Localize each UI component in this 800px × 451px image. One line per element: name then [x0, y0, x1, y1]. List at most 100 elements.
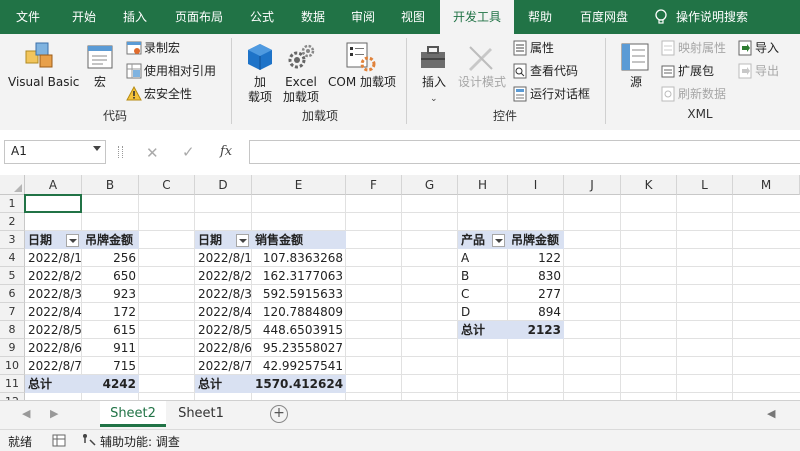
- table2-date[interactable]: 2022/8/7: [195, 357, 252, 375]
- chevron-down-icon[interactable]: [93, 146, 101, 151]
- table3-total-label[interactable]: 总计: [458, 321, 508, 339]
- column-header-c[interactable]: C: [139, 175, 195, 195]
- row-header-4[interactable]: 4: [0, 249, 25, 267]
- table1-header-tag-amount[interactable]: 吊牌金额: [82, 231, 139, 249]
- table1-amount[interactable]: 615: [82, 321, 139, 339]
- run-dialog-button[interactable]: 运行对话框: [530, 85, 590, 103]
- table1-total-value[interactable]: 4242: [82, 375, 139, 393]
- row-header-1[interactable]: 1: [0, 195, 25, 213]
- table3-amount[interactable]: 894: [508, 303, 564, 321]
- record-macro-button[interactable]: 录制宏: [144, 39, 180, 57]
- tab-developer[interactable]: 开发工具: [440, 0, 514, 34]
- row-header-10[interactable]: 10: [0, 357, 25, 375]
- refresh-data-button[interactable]: 刷新数据: [678, 85, 726, 103]
- table2-amount[interactable]: 448.6503915: [252, 321, 346, 339]
- column-header-g[interactable]: G: [402, 175, 458, 195]
- excel-addins-button-line1[interactable]: Excel: [280, 75, 322, 90]
- filter-dropdown-icon[interactable]: [492, 234, 505, 247]
- macro-record-icon[interactable]: [52, 434, 66, 450]
- table1-date[interactable]: 2022/8/5: [25, 321, 82, 339]
- column-header-f[interactable]: F: [346, 175, 402, 195]
- map-properties-button[interactable]: 映射属性: [678, 39, 726, 57]
- table1-date[interactable]: 2022/8/1: [25, 249, 82, 267]
- properties-button[interactable]: 属性: [530, 39, 554, 57]
- column-header-d[interactable]: D: [195, 175, 252, 195]
- column-header-e[interactable]: E: [252, 175, 346, 195]
- row-header-7[interactable]: 7: [0, 303, 25, 321]
- expansion-packs-button[interactable]: 扩展包: [678, 62, 714, 80]
- table3-amount[interactable]: 830: [508, 267, 564, 285]
- row-header-12[interactable]: 12: [0, 393, 25, 400]
- table1-amount[interactable]: 172: [82, 303, 139, 321]
- scroll-right-icon[interactable]: ▶: [50, 407, 58, 420]
- design-mode-button[interactable]: 设计模式: [455, 75, 509, 90]
- tab-help[interactable]: 帮助: [516, 0, 564, 34]
- scroll-left-icon[interactable]: ◀: [22, 407, 30, 420]
- horizontal-scroll-left-icon[interactable]: ◀: [767, 407, 775, 420]
- table1-date[interactable]: 2022/8/7: [25, 357, 82, 375]
- table2-total-label[interactable]: 总计: [195, 375, 252, 393]
- table2-date[interactable]: 2022/8/3: [195, 285, 252, 303]
- name-box[interactable]: A1: [4, 140, 106, 164]
- export-button[interactable]: 导出: [755, 62, 779, 80]
- tab-insert[interactable]: 插入: [110, 0, 160, 34]
- tab-view[interactable]: 视图: [388, 0, 438, 34]
- accessibility-status[interactable]: 辅助功能: 调查: [100, 433, 180, 450]
- table2-header-sales-amount[interactable]: 销售金额: [252, 231, 346, 249]
- com-addins-button[interactable]: COM 加载项: [326, 75, 398, 90]
- table3-product[interactable]: A: [458, 249, 508, 267]
- table2-amount[interactable]: 592.5915633: [252, 285, 346, 303]
- column-header-k[interactable]: K: [621, 175, 677, 195]
- select-all-button[interactable]: [0, 175, 25, 195]
- table1-amount[interactable]: 715: [82, 357, 139, 375]
- table3-product[interactable]: C: [458, 285, 508, 303]
- row-header-11[interactable]: 11: [0, 375, 25, 393]
- add-sheet-button[interactable]: +: [270, 405, 288, 423]
- visual-basic-button[interactable]: Visual Basic: [8, 75, 79, 90]
- row-header-9[interactable]: 9: [0, 339, 25, 357]
- table2-amount[interactable]: 120.7884809: [252, 303, 346, 321]
- tab-home[interactable]: 开始: [58, 0, 110, 34]
- table2-amount[interactable]: 107.8363268: [252, 249, 346, 267]
- addins-button-line2[interactable]: 载项: [244, 90, 276, 105]
- excel-addins-button-line2[interactable]: 加载项: [280, 90, 322, 105]
- table1-amount[interactable]: 911: [82, 339, 139, 357]
- column-header-b[interactable]: B: [82, 175, 139, 195]
- table3-header-tag-amount[interactable]: 吊牌金额: [508, 231, 564, 249]
- table1-amount[interactable]: 923: [82, 285, 139, 303]
- view-code-button[interactable]: 查看代码: [530, 62, 578, 80]
- tab-data[interactable]: 数据: [288, 0, 338, 34]
- table1-total-label[interactable]: 总计: [25, 375, 82, 393]
- import-button[interactable]: 导入: [755, 39, 779, 57]
- active-cell-a1[interactable]: [24, 194, 82, 213]
- tab-formulas[interactable]: 公式: [238, 0, 286, 34]
- table1-date[interactable]: 2022/8/6: [25, 339, 82, 357]
- table2-date[interactable]: 2022/8/4: [195, 303, 252, 321]
- use-relative-references-button[interactable]: 使用相对引用: [144, 62, 216, 80]
- sheet-tab-sheet1[interactable]: Sheet1: [168, 401, 234, 427]
- table3-amount[interactable]: 122: [508, 249, 564, 267]
- sheet-tab-sheet2[interactable]: Sheet2: [100, 401, 166, 427]
- table2-total-value[interactable]: 1570.412624: [252, 375, 346, 393]
- column-header-i[interactable]: I: [508, 175, 564, 195]
- table1-date[interactable]: 2022/8/2: [25, 267, 82, 285]
- table1-date[interactable]: 2022/8/3: [25, 285, 82, 303]
- enter-icon[interactable]: ✓: [182, 143, 195, 161]
- table1-date[interactable]: 2022/8/4: [25, 303, 82, 321]
- table2-amount[interactable]: 42.99257541: [252, 357, 346, 375]
- row-header-2[interactable]: 2: [0, 213, 25, 231]
- addins-button-line1[interactable]: 加: [244, 75, 276, 90]
- xml-source-button[interactable]: 源: [622, 75, 650, 90]
- insert-control-button[interactable]: 插入: [418, 75, 450, 90]
- table2-amount[interactable]: 162.3177063: [252, 267, 346, 285]
- table3-total-value[interactable]: 2123: [508, 321, 564, 339]
- tell-me-search[interactable]: 操作说明搜索: [676, 0, 776, 34]
- table2-date[interactable]: 2022/8/5: [195, 321, 252, 339]
- column-header-a[interactable]: A: [25, 175, 82, 195]
- insert-function-button[interactable]: fx: [220, 144, 232, 159]
- macro-security-button[interactable]: 宏安全性: [144, 85, 192, 103]
- table1-amount[interactable]: 650: [82, 267, 139, 285]
- tab-file[interactable]: 文件: [0, 0, 56, 34]
- column-header-h[interactable]: H: [458, 175, 508, 195]
- formula-input[interactable]: [249, 140, 800, 164]
